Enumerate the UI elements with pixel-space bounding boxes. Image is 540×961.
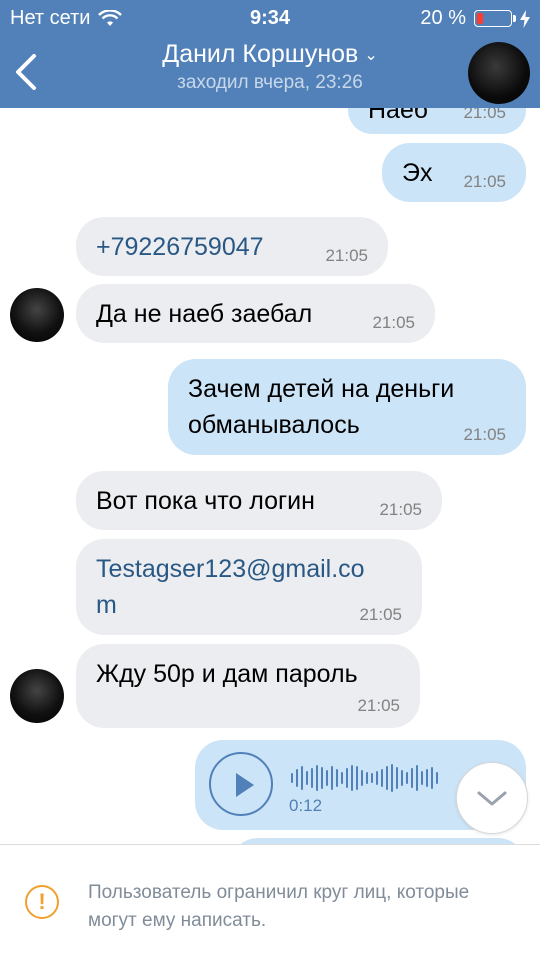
- waveform[interactable]: [291, 762, 438, 794]
- message-time: 21:05: [359, 605, 402, 624]
- sender-avatar[interactable]: [10, 288, 64, 342]
- message-time: 21:05: [325, 246, 368, 265]
- message-text: Да не наеб заебал: [96, 300, 313, 328]
- waveform-bar: [316, 765, 318, 791]
- waveform-bar: [391, 764, 393, 792]
- waveform-bar: [336, 769, 338, 787]
- waveform-bar: [301, 766, 303, 790]
- message-text: Вот пока что логин: [96, 487, 315, 515]
- voice-duration: 0:12: [289, 796, 323, 815]
- battery-icon: [474, 10, 516, 27]
- message-bubble-incoming[interactable]: Вот пока что логин 21:05: [76, 471, 442, 530]
- waveform-bar: [356, 766, 358, 790]
- message-text: Жду 50р и дам пароль: [96, 660, 358, 688]
- waveform-bar: [381, 769, 383, 787]
- contact-name: Данил Коршунов: [162, 40, 359, 68]
- scroll-down-button[interactable]: [456, 762, 528, 834]
- waveform-bar: [436, 772, 438, 784]
- status-bar: Нет сети 9:34 20 %: [0, 0, 540, 36]
- waveform-bar: [331, 766, 333, 790]
- waveform-bar: [386, 766, 388, 790]
- message-bubble-incoming[interactable]: +79226759047 21:05: [76, 217, 388, 276]
- contact-avatar[interactable]: [468, 42, 530, 104]
- message-text-line-1: Зачем детей на деньги: [188, 375, 455, 403]
- message-bubble-incoming[interactable]: Testagser123@gmail.co m 21:05: [76, 539, 422, 635]
- message-bubble-outgoing[interactable]: Зачем детей на деньги обманывалось 21:05: [168, 359, 526, 455]
- battery-percent: 20 %: [420, 7, 466, 29]
- restriction-notice: ! Пользователь ограничил круг лиц, котор…: [0, 844, 540, 961]
- chevron-down-icon: ⌄: [364, 47, 378, 65]
- email-link-line-2[interactable]: m: [96, 587, 117, 623]
- waveform-bar: [306, 771, 308, 785]
- waveform-bar: [376, 771, 378, 785]
- waveform-bar: [416, 765, 418, 791]
- last-seen: заходил вчера, 23:26: [177, 72, 363, 93]
- waveform-bar: [406, 772, 408, 784]
- message-text: Наеб: [368, 108, 428, 124]
- waveform-bar: [421, 771, 423, 785]
- waveform-bar: [346, 768, 348, 788]
- message-bubble-outgoing[interactable]: Эх 21:05: [382, 143, 526, 202]
- waveform-bar: [291, 773, 293, 783]
- restriction-text: Пользователь ограничил круг лиц, которые…: [88, 882, 470, 931]
- email-link-line-1[interactable]: Testagser123@gmail.co: [96, 551, 365, 587]
- waveform-bar: [371, 773, 373, 783]
- waveform-bar: [431, 767, 433, 789]
- waveform-bar: [426, 769, 428, 787]
- chat-header: Нет сети 9:34 20 % Данил Коршунов ⌄ заход…: [0, 0, 540, 108]
- waveform-bar: [321, 767, 323, 789]
- waveform-bar: [311, 768, 313, 788]
- phone-link[interactable]: +79226759047: [96, 229, 264, 265]
- contact-title-block[interactable]: Данил Коршунов ⌄ заходил вчера, 23:26: [0, 40, 540, 94]
- message-time: 21:05: [357, 696, 400, 715]
- message-list[interactable]: Наеб 21:05 Эх 21:05 +79226759047 21:05 Д…: [0, 108, 540, 844]
- waveform-bar: [351, 765, 353, 791]
- waveform-bar: [396, 767, 398, 789]
- message-time: 21:05: [463, 425, 506, 444]
- waveform-bar: [366, 772, 368, 784]
- play-icon[interactable]: [209, 752, 273, 816]
- message-bubble-incoming[interactable]: Жду 50р и дам пароль 21:05: [76, 644, 420, 728]
- waveform-bar: [361, 770, 363, 786]
- message-time: 21:05: [463, 108, 506, 122]
- message-text: Эх: [402, 159, 433, 187]
- chevron-down-icon: [477, 791, 507, 806]
- sender-avatar[interactable]: [10, 669, 64, 723]
- message-text-line-2: обманывалось: [188, 411, 360, 439]
- waveform-bar: [326, 770, 328, 786]
- message-time: 21:05: [379, 500, 422, 519]
- message-bubble-outgoing[interactable]: Наеб 21:05: [348, 108, 526, 134]
- message-time: 21:05: [372, 313, 415, 332]
- message-time: 21:05: [463, 172, 506, 191]
- waveform-bar: [296, 769, 298, 787]
- waveform-bar: [411, 768, 413, 788]
- waveform-bar: [401, 770, 403, 786]
- waveform-bar: [341, 772, 343, 784]
- warning-icon: !: [25, 885, 59, 919]
- message-bubble-incoming[interactable]: Да не наеб заебал 21:05: [76, 284, 435, 343]
- charging-icon: [520, 9, 530, 28]
